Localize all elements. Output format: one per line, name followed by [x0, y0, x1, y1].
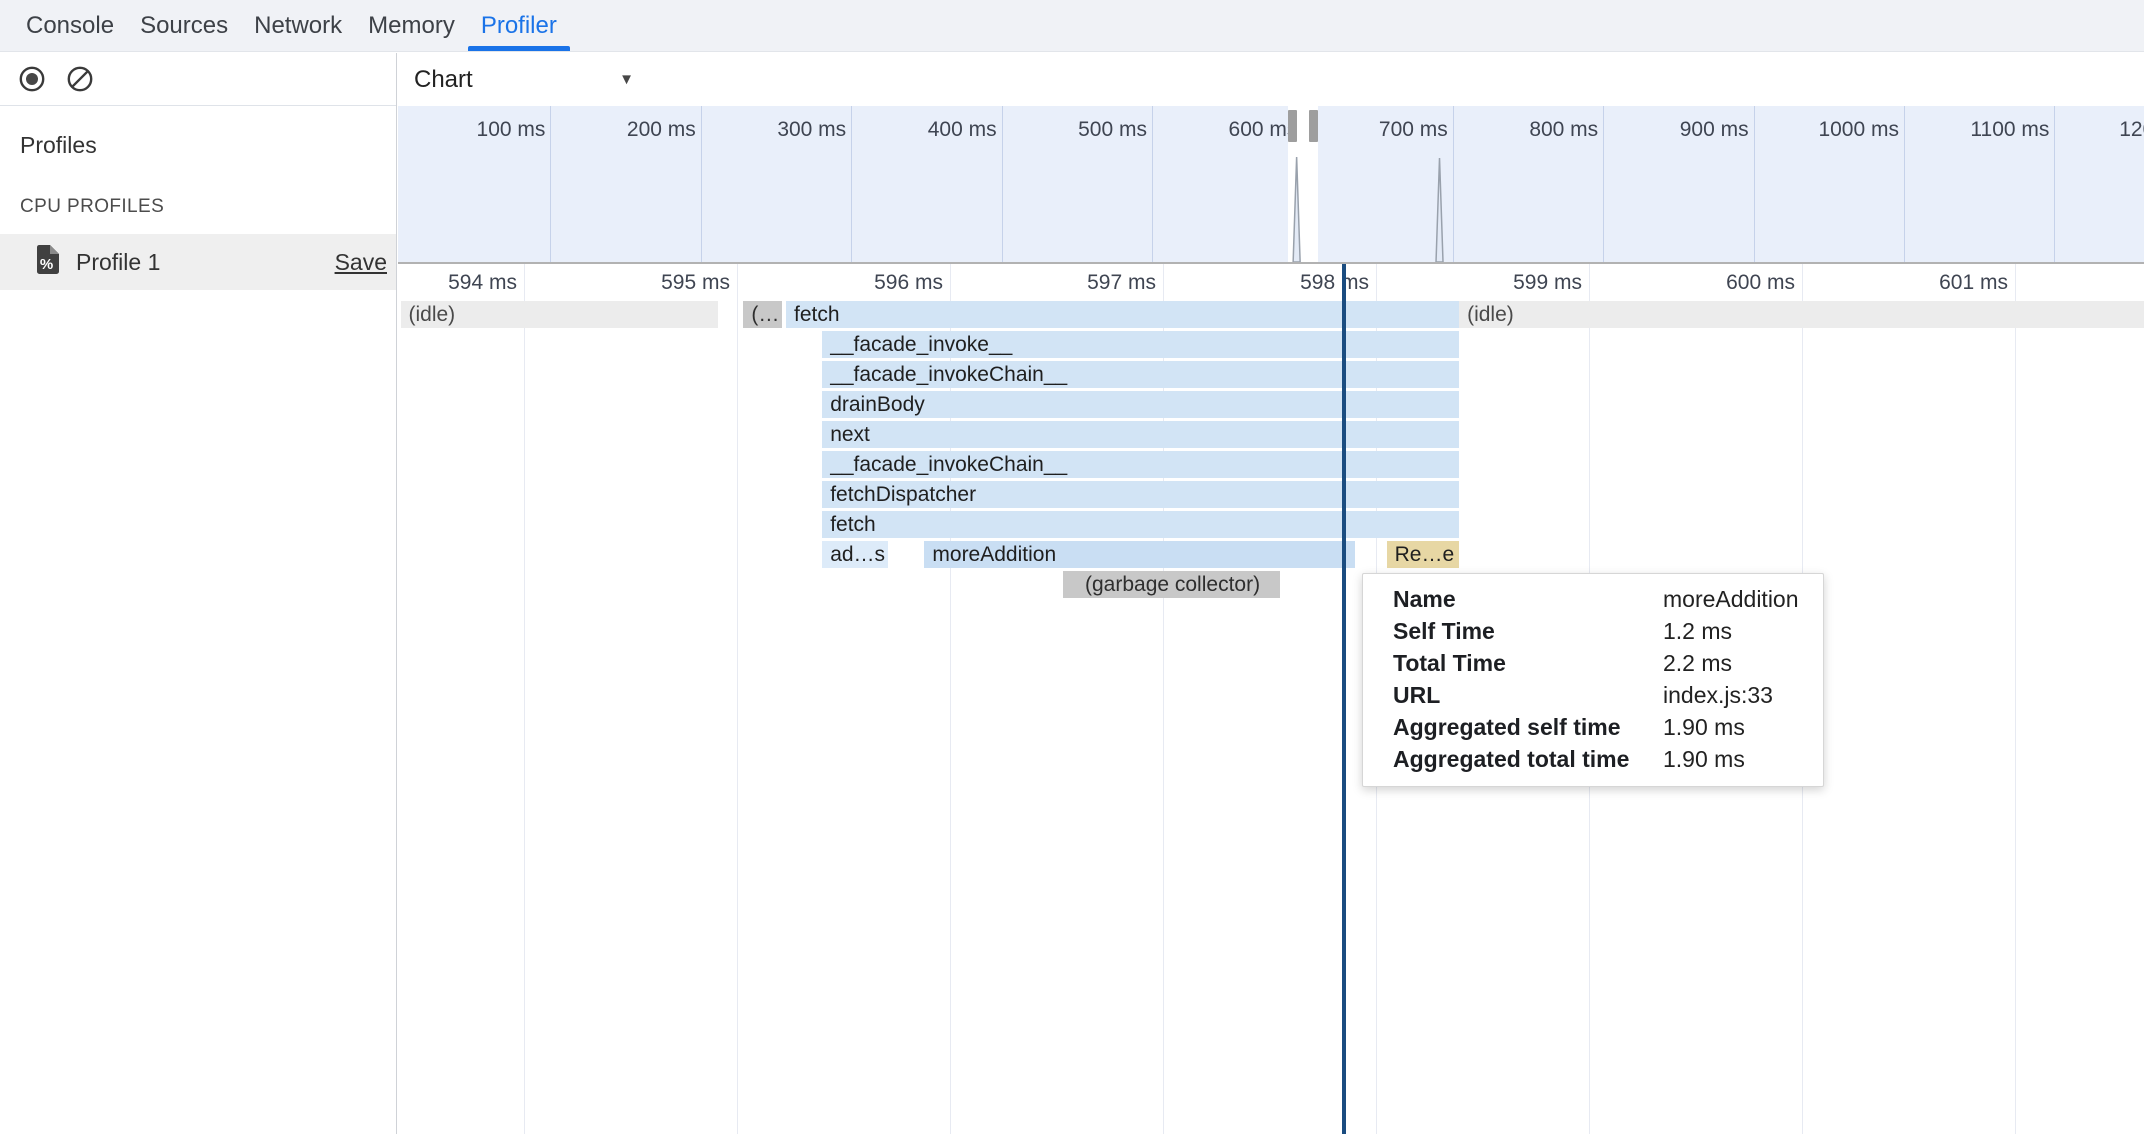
view-mode-select[interactable]: Chart ▼: [398, 66, 650, 94]
frame-tooltip: NamemoreAdditionSelf Time1.2 msTotal Tim…: [1362, 573, 1824, 787]
tab-sources[interactable]: Sources: [127, 0, 241, 51]
record-icon: [18, 65, 46, 93]
flame-bar[interactable]: (idle): [401, 301, 718, 328]
tooltip-row: Aggregated total time1.90 ms: [1393, 743, 1823, 775]
tab-console[interactable]: Console: [13, 0, 127, 51]
timeline-tick-label: 599 ms: [1422, 271, 1582, 297]
tab-memory[interactable]: Memory: [355, 0, 468, 51]
flame-bar[interactable]: (idle): [1459, 301, 2144, 328]
timeline-tick-label: 596 ms: [783, 271, 943, 297]
flame-bar[interactable]: fetchDispatcher: [822, 481, 1459, 508]
timeline-gridline: [737, 264, 738, 1134]
profiler-view-toolbar: Chart ▼: [398, 53, 2144, 106]
devtools-window: ConsoleSourcesNetworkMemoryProfiler Prof…: [0, 0, 2144, 1134]
tooltip-label: URL: [1393, 679, 1663, 711]
flame-bar[interactable]: __facade_invokeChain__: [822, 361, 1459, 388]
record-button[interactable]: [18, 65, 46, 93]
flame-bar[interactable]: __facade_invokeChain__: [822, 451, 1459, 478]
flame-bar[interactable]: drainBody: [822, 391, 1459, 418]
timeline-tick-label: 595 ms: [570, 271, 730, 297]
timeline-tick-label: 600 ms: [1635, 271, 1795, 297]
tooltip-value: 1.90 ms: [1663, 711, 1745, 743]
flame-bar[interactable]: fetch: [822, 511, 1459, 538]
profiles-title: Profiles: [20, 132, 396, 159]
flame-bar[interactable]: (…: [743, 301, 781, 328]
flame-bar[interactable]: Re…e: [1387, 541, 1459, 568]
cpu-activity-spikes: [398, 106, 2144, 262]
tooltip-value: 1.2 ms: [1663, 615, 1732, 647]
clear-profiles-button[interactable]: [66, 65, 94, 93]
sidebar-item-profile-1[interactable]: % Profile 1 Save: [0, 234, 396, 290]
flame-bar[interactable]: moreAddition: [924, 541, 1354, 568]
timeline-gridline: [524, 264, 525, 1134]
overview-timeline[interactable]: 100 ms200 ms300 ms400 ms500 ms600 ms700 …: [398, 106, 2144, 264]
tooltip-row: Aggregated self time1.90 ms: [1393, 711, 1823, 743]
tooltip-value: 1.90 ms: [1663, 743, 1745, 775]
tooltip-value: index.js:33: [1663, 679, 1773, 711]
timeline-tick-label: 594 ms: [398, 271, 517, 297]
playhead-marker: [1342, 264, 1346, 1134]
timeline-gridline: [2015, 264, 2016, 1134]
profiler-sidebar: Profiles CPU PROFILES % Profile 1 Save: [0, 53, 397, 1134]
flame-bar[interactable]: fetch: [786, 301, 1459, 328]
tooltip-label: Aggregated self time: [1393, 711, 1663, 743]
save-profile-link[interactable]: Save: [335, 249, 387, 276]
flame-bar[interactable]: (garbage collector): [1063, 571, 1280, 598]
chevron-down-icon: ▼: [619, 71, 634, 88]
devtools-tabbar: ConsoleSourcesNetworkMemoryProfiler: [0, 0, 2144, 52]
flame-bar[interactable]: __facade_invoke__: [822, 331, 1459, 358]
profile-document-icon: %: [34, 244, 61, 280]
view-mode-label: Chart: [414, 66, 473, 94]
tooltip-value: moreAddition: [1663, 583, 1799, 615]
tooltip-row: URLindex.js:33: [1393, 679, 1823, 711]
tooltip-label: Aggregated total time: [1393, 743, 1663, 775]
tooltip-label: Self Time: [1393, 615, 1663, 647]
profiler-sidebar-toolbar: [0, 53, 396, 106]
flame-bar[interactable]: next: [822, 421, 1459, 448]
flame-bar[interactable]: ad…s: [822, 541, 888, 568]
tooltip-row: NamemoreAddition: [1393, 583, 1823, 615]
profile-name: Profile 1: [76, 249, 335, 276]
active-tab-underline: [468, 46, 570, 51]
tooltip-value: 2.2 ms: [1663, 647, 1732, 679]
svg-text:%: %: [40, 256, 53, 273]
flame-chart: 594 ms595 ms596 ms597 ms598 ms599 ms600 …: [398, 264, 2144, 1134]
tab-profiler[interactable]: Profiler: [468, 0, 570, 51]
tooltip-label: Total Time: [1393, 647, 1663, 679]
tab-network[interactable]: Network: [241, 0, 355, 51]
tooltip-row: Self Time1.2 ms: [1393, 615, 1823, 647]
clear-icon: [66, 65, 94, 93]
tooltip-label: Name: [1393, 583, 1663, 615]
timeline-tick-label: 597 ms: [996, 271, 1156, 297]
cpu-profiles-section-header: CPU PROFILES: [20, 196, 396, 218]
timeline-tick-label: 601 ms: [1848, 271, 2008, 297]
tooltip-row: Total Time2.2 ms: [1393, 647, 1823, 679]
